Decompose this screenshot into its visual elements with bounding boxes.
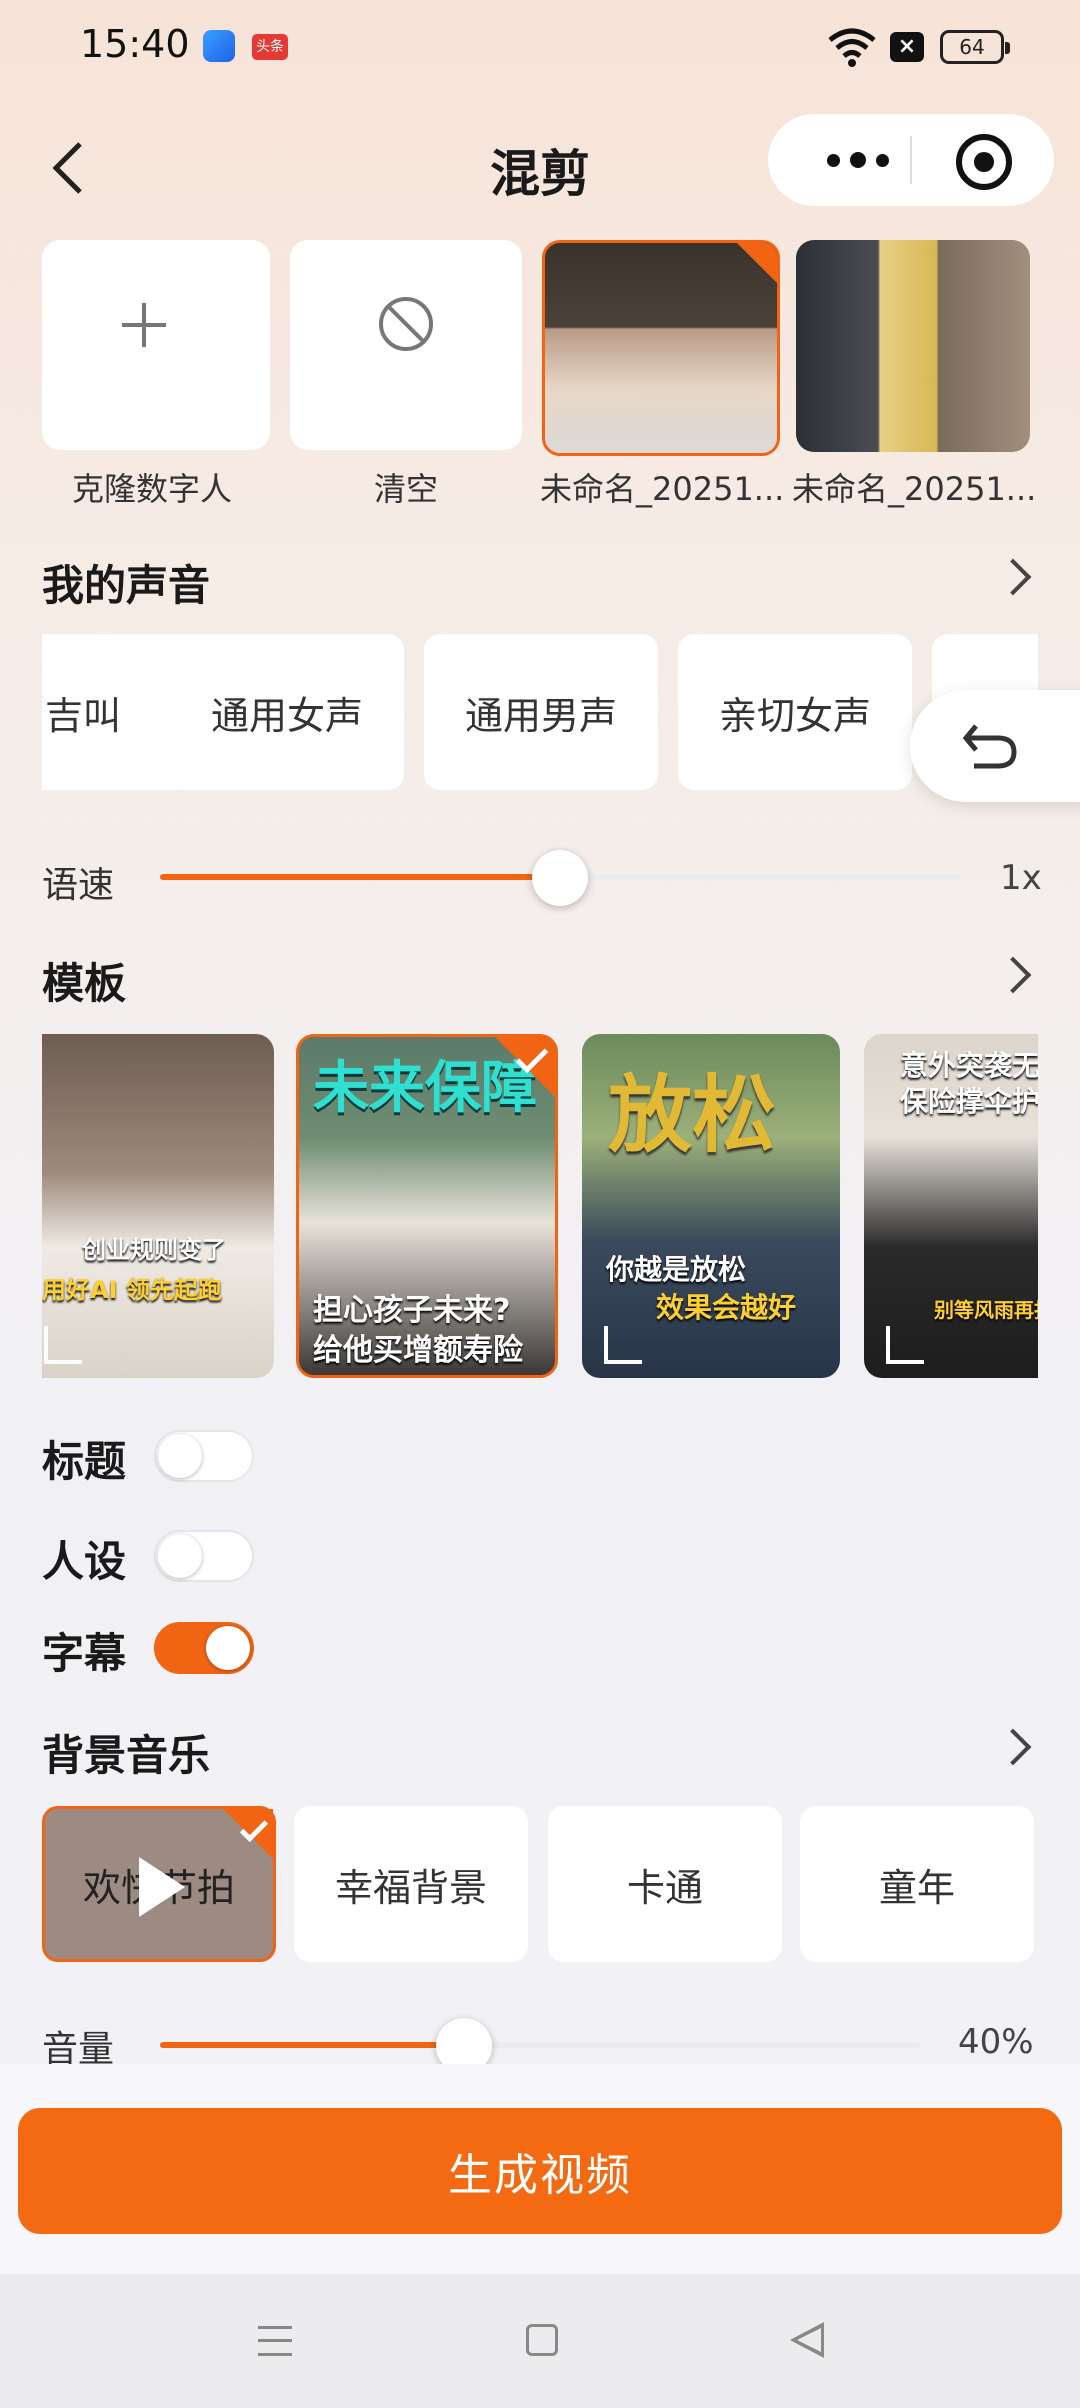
play-icon[interactable]: [139, 1857, 185, 1917]
voice-section-title: 我的声音: [42, 561, 211, 610]
clear-avatar-card[interactable]: [290, 240, 522, 450]
template-card[interactable]: 意外突袭无 保险撑伞护 别等风雨再找: [864, 1034, 1038, 1378]
template-caption: 创业规则变了: [82, 1236, 226, 1264]
template-caption: 你越是放松: [606, 1253, 747, 1286]
template-caption: 别等风雨再找: [934, 1298, 1038, 1322]
selected-corner: [737, 243, 777, 283]
chevron-right-icon[interactable]: [994, 956, 1032, 994]
close-box-icon: ×: [890, 32, 924, 62]
toggle-knob: [158, 1434, 202, 1478]
template-title: 保险撑伞护: [900, 1085, 1038, 1118]
template-caption: 用好AI 领先起跑: [42, 1276, 222, 1304]
voice-chip[interactable]: 通用男声: [424, 634, 658, 790]
undo-icon: [962, 724, 1017, 769]
persona-toggle[interactable]: [154, 1530, 254, 1582]
template-card[interactable]: 放松 你越是放松 效果会越好: [582, 1034, 840, 1378]
home-icon[interactable]: [526, 2324, 558, 2356]
generate-video-button[interactable]: 生成视频: [18, 2108, 1062, 2234]
template-caption: 担心孩子未来?: [313, 1293, 511, 1328]
template-title: 放松: [608, 1066, 777, 1164]
music-chip[interactable]: 卡通: [548, 1806, 782, 1962]
more-icon[interactable]: [808, 136, 908, 184]
avatar-man-card[interactable]: [542, 240, 780, 456]
template-section-title: 模板: [42, 959, 127, 1008]
music-chip[interactable]: 幸福背景: [294, 1806, 528, 1962]
avatar-label: 清空: [373, 470, 438, 508]
voice-chip[interactable]: 亲切女声: [678, 634, 912, 790]
undo-button[interactable]: [910, 690, 1080, 802]
music-chip[interactable]: 童年: [800, 1806, 1034, 1962]
toggle-knob: [206, 1626, 250, 1670]
avatar-label: 未命名_20251...: [540, 470, 785, 508]
prohibit-icon: [379, 297, 433, 351]
template-title: 意外突袭无: [900, 1049, 1038, 1082]
voice-chip[interactable]: 通用女声: [170, 634, 404, 790]
speed-fill: [160, 874, 560, 880]
template-row: 创业规则变了 用好AI 领先起跑 未来保障 担心孩子未来? 给他买增额寿险 放松…: [42, 1034, 1038, 1382]
expand-icon[interactable]: [886, 1326, 924, 1364]
template-caption: 效果会越好: [656, 1291, 797, 1324]
expand-icon[interactable]: [44, 1326, 82, 1364]
title-toggle[interactable]: [154, 1430, 254, 1482]
miniapp-capsule: [768, 114, 1054, 206]
speed-slider-knob[interactable]: [532, 850, 588, 906]
avatar-label: 未命名_20251...: [792, 470, 1037, 508]
voice-chip-row: 吉叫 通用女声 通用男声 亲切女声 通用: [42, 632, 1038, 792]
volume-value: 40%: [958, 2022, 1034, 2062]
capsule-divider: [910, 136, 912, 184]
chevron-right-icon[interactable]: [994, 1728, 1032, 1766]
title-toggle-label: 标题: [42, 1437, 127, 1486]
template-card-selected[interactable]: 未来保障 担心孩子未来? 给他买增额寿险: [296, 1034, 558, 1378]
app-notification-icon: [203, 30, 235, 62]
speed-label: 语速: [42, 865, 115, 906]
expand-icon[interactable]: [604, 1326, 642, 1364]
close-miniapp-icon[interactable]: [956, 134, 1012, 190]
template-caption: 给他买增额寿险: [313, 1333, 523, 1368]
system-back-icon[interactable]: [790, 2322, 824, 2358]
persona-toggle-label: 人设: [42, 1537, 127, 1586]
music-section-title: 背景音乐: [42, 1731, 211, 1780]
avatar-woman-card[interactable]: [796, 240, 1030, 452]
template-card[interactable]: 创业规则变了 用好AI 领先起跑: [42, 1034, 274, 1378]
battery-icon: 64: [940, 30, 1010, 64]
clone-avatar-card[interactable]: [42, 240, 270, 450]
toggle-knob: [158, 1534, 202, 1578]
avatar-label: 克隆数字人: [71, 470, 232, 508]
status-time: 15:40: [80, 22, 190, 66]
subtitle-toggle[interactable]: [154, 1622, 254, 1674]
volume-fill: [160, 2042, 464, 2048]
subtitle-toggle-label: 字幕: [42, 1629, 127, 1678]
music-chip-selected[interactable]: 欢快节拍: [42, 1806, 276, 1962]
chevron-right-icon[interactable]: [994, 558, 1032, 596]
toutiao-notification-icon: 头条: [252, 34, 288, 60]
speed-value: 1x: [1000, 858, 1042, 898]
wifi-icon: [828, 28, 876, 67]
recent-apps-icon[interactable]: [258, 2326, 292, 2356]
